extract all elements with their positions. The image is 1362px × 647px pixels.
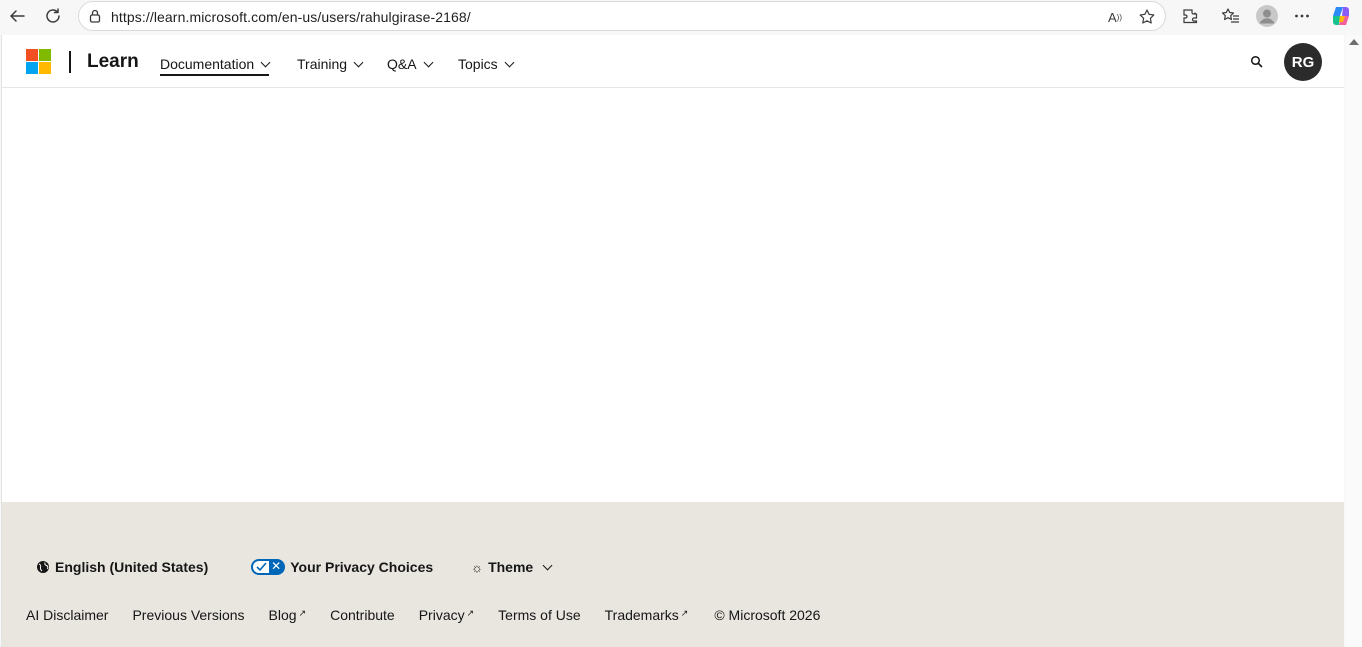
footer-link-terms[interactable]: Terms of Use — [498, 607, 580, 623]
footer-link-ai-disclaimer[interactable]: AI Disclaimer — [26, 607, 108, 623]
external-link-icon: ↗ — [680, 607, 689, 618]
chevron-down-icon — [542, 560, 553, 570]
footer-link-contribute[interactable]: Contribute — [330, 607, 395, 623]
more-icon[interactable] — [1289, 4, 1315, 28]
vertical-scrollbar[interactable] — [1345, 35, 1362, 647]
globe-icon — [37, 561, 49, 573]
nav-training[interactable]: Training — [297, 54, 364, 74]
privacy-choices-label: Your Privacy Choices — [290, 559, 434, 575]
footer-link-trademarks[interactable]: Trademarks ↗ — [605, 607, 689, 623]
site-footer: English (United States) ✕ Your Privacy C… — [2, 502, 1344, 647]
footer-link-trademarks-label: Trademarks — [604, 607, 679, 623]
nav-documentation[interactable]: Documentation — [160, 54, 271, 76]
site-header: Learn Documentation Training Q&A Topics … — [2, 35, 1344, 88]
nav-documentation-label: Documentation — [160, 56, 255, 72]
language-label: English (United States) — [55, 559, 209, 575]
read-aloud-icon[interactable]: A)) — [1105, 7, 1125, 27]
footer-link-privacy[interactable]: Privacy ↗ — [419, 607, 474, 623]
nav-topics-label: Topics — [458, 56, 498, 72]
header-divider — [69, 51, 71, 73]
search-icon[interactable] — [1248, 53, 1266, 71]
language-selector[interactable]: English (United States) — [36, 559, 208, 575]
chevron-down-icon — [260, 57, 271, 67]
nav-training-label: Training — [297, 56, 348, 72]
external-link-icon: ↗ — [298, 607, 307, 618]
brand-title[interactable]: Learn — [87, 51, 139, 73]
footer-link-privacy-label: Privacy — [418, 607, 465, 623]
profile-icon[interactable] — [1254, 4, 1280, 28]
favorite-star-icon[interactable] — [1137, 7, 1157, 27]
footer-settings-row: English (United States) ✕ Your Privacy C… — [36, 559, 553, 575]
refresh-icon[interactable] — [40, 4, 66, 28]
external-link-icon: ↗ — [466, 607, 475, 618]
scroll-up-icon[interactable] — [1349, 39, 1359, 45]
nav-qa-label: Q&A — [387, 56, 417, 72]
privacy-toggle-icon: ✕ — [251, 559, 286, 575]
theme-selector[interactable]: ☼ Theme — [471, 559, 553, 575]
theme-label: Theme — [488, 559, 534, 575]
browser-toolbar: https://learn.microsoft.com/en-us/users/… — [0, 0, 1362, 32]
copilot-icon[interactable] — [1328, 4, 1354, 28]
copyright-text: © Microsoft 2026 — [714, 607, 821, 623]
page-viewport: Learn Documentation Training Q&A Topics … — [1, 35, 1344, 647]
back-icon[interactable] — [4, 4, 30, 28]
footer-links-row: AI Disclaimer Previous Versions Blog ↗ C… — [26, 607, 820, 623]
nav-qa[interactable]: Q&A — [387, 54, 434, 74]
url-text[interactable]: https://learn.microsoft.com/en-us/users/… — [111, 9, 471, 25]
extensions-icon[interactable] — [1177, 4, 1203, 28]
chevron-down-icon — [353, 57, 364, 67]
footer-link-blog-label: Blog — [268, 607, 297, 623]
chevron-down-icon — [504, 57, 515, 67]
sun-icon: ☼ — [471, 559, 484, 575]
microsoft-logo-icon[interactable] — [26, 49, 51, 74]
nav-topics[interactable]: Topics — [458, 54, 515, 74]
lock-icon[interactable] — [87, 8, 103, 24]
favorites-icon[interactable] — [1218, 4, 1244, 28]
chevron-down-icon — [423, 57, 434, 67]
privacy-choices-link[interactable]: ✕ Your Privacy Choices — [251, 559, 433, 575]
address-bar[interactable]: https://learn.microsoft.com/en-us/users/… — [78, 1, 1166, 31]
footer-link-previous-versions[interactable]: Previous Versions — [132, 607, 244, 623]
user-avatar[interactable]: RG — [1284, 43, 1322, 81]
footer-link-blog[interactable]: Blog ↗ — [269, 607, 307, 623]
